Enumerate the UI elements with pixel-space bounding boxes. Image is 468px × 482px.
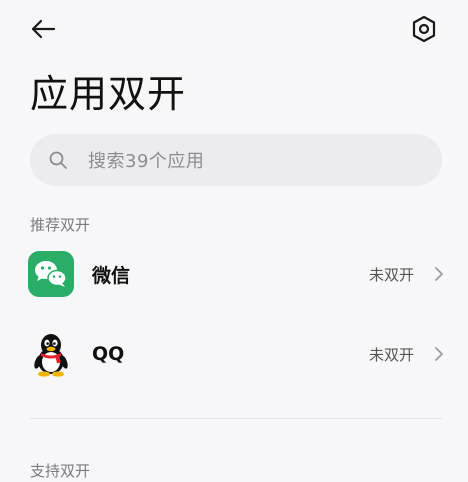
top-bar bbox=[0, 0, 468, 58]
chevron-right-icon bbox=[432, 265, 446, 283]
search-icon bbox=[46, 148, 70, 172]
divider bbox=[30, 418, 442, 419]
list-item-qq[interactable]: QQ 未双开 bbox=[0, 318, 468, 390]
gear-icon bbox=[412, 15, 436, 43]
chevron-right-icon bbox=[432, 345, 446, 363]
search-input[interactable]: 搜索39个应用 bbox=[30, 134, 442, 186]
back-button[interactable] bbox=[30, 12, 70, 46]
list-item-wechat[interactable]: 微信 未双开 bbox=[0, 238, 468, 310]
settings-button[interactable] bbox=[404, 10, 444, 48]
dual-status: 未双开 bbox=[368, 265, 414, 284]
page-title: 应用双开 bbox=[30, 72, 187, 116]
app-name: QQ bbox=[92, 343, 125, 365]
app-name: 微信 bbox=[92, 264, 131, 287]
wechat-icon bbox=[28, 251, 74, 297]
arrow-left-icon bbox=[31, 19, 56, 39]
dual-apps-screen: 应用双开 搜索39个应用 推荐双开 微信 未双开 QQ 未双开 支持双开 bbox=[0, 0, 468, 482]
dual-status: 未双开 bbox=[368, 345, 414, 364]
section-label-recommended: 推荐双开 bbox=[30, 216, 91, 234]
section-label-supported: 支持双开 bbox=[30, 462, 91, 480]
search-placeholder: 搜索39个应用 bbox=[88, 151, 205, 172]
qq-penguin-icon bbox=[28, 331, 74, 377]
